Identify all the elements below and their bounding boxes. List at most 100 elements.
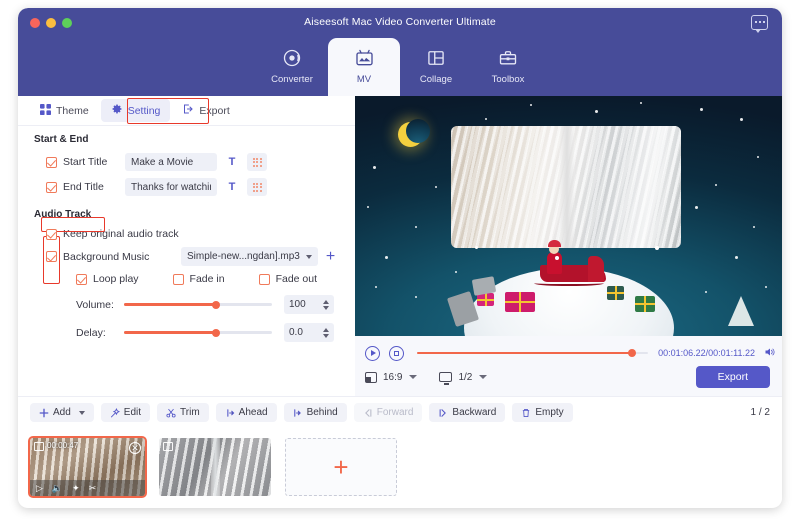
- keep-original-audio-checkbox[interactable]: [46, 228, 57, 240]
- background-music-select[interactable]: Simple-new...ngdan].mp3: [181, 247, 318, 266]
- delay-stepper[interactable]: 0.0: [284, 323, 334, 342]
- add-button[interactable]: Add: [30, 403, 94, 422]
- gear-icon: [111, 103, 123, 118]
- behind-button[interactable]: Behind: [283, 403, 347, 422]
- empty-button-label: Empty: [535, 407, 564, 418]
- video-preview[interactable]: [355, 96, 782, 336]
- backward-icon: [438, 408, 448, 418]
- speaker-icon[interactable]: [763, 346, 776, 361]
- stop-button[interactable]: [389, 345, 404, 361]
- fade-out-checkbox[interactable]: [258, 273, 270, 285]
- ahead-button[interactable]: Ahead: [215, 403, 277, 422]
- nav-tab-converter[interactable]: Converter: [256, 38, 328, 96]
- delay-slider-knob[interactable]: [211, 328, 220, 337]
- nav-tab-collage[interactable]: Collage: [400, 38, 472, 96]
- volume-stepper-arrows: [323, 299, 329, 310]
- close-icon[interactable]: ✕: [129, 442, 141, 454]
- loop-play-option[interactable]: Loop play: [76, 273, 139, 285]
- aspect-ratio-dropdown[interactable]: [409, 375, 418, 379]
- export-icon: [182, 103, 194, 118]
- clip-trim-icon[interactable]: ✂: [89, 483, 97, 494]
- start-title-text-style-button[interactable]: T: [222, 153, 242, 171]
- volume-increment-button[interactable]: [323, 299, 329, 304]
- subtab-export[interactable]: Export: [172, 99, 239, 122]
- loop-play-checkbox[interactable]: [76, 273, 87, 285]
- backward-button[interactable]: Backward: [429, 403, 506, 422]
- subtab-theme[interactable]: Theme: [30, 100, 99, 122]
- playback-progress-knob[interactable]: [627, 349, 636, 357]
- fade-out-label: Fade out: [275, 273, 318, 285]
- delay-increment-button[interactable]: [323, 327, 329, 332]
- play-button[interactable]: [365, 345, 380, 361]
- end-title-row: End Title T: [18, 178, 355, 196]
- clip-action-bar: ▷ 🔈 ✦ ✂: [30, 480, 145, 496]
- ahead-icon: [225, 408, 235, 418]
- volume-decrement-button[interactable]: [323, 305, 329, 310]
- body: Theme Setting Export Start & End Start T…: [18, 96, 782, 396]
- fade-in-label: Fade in: [189, 273, 225, 285]
- end-title-pattern-button[interactable]: [247, 178, 267, 196]
- clip-play-icon[interactable]: ▷: [36, 483, 43, 494]
- delay-decrement-button[interactable]: [323, 333, 329, 338]
- timeline-strip: 00:00:47 ✕ ▷ 🔈 ✦ ✂ +: [18, 428, 782, 506]
- edit-button[interactable]: Edit: [100, 403, 151, 422]
- start-title-checkbox[interactable]: [46, 156, 57, 168]
- magic-wand-icon: [110, 407, 120, 418]
- converter-icon: [282, 44, 302, 72]
- clip-volume-icon[interactable]: 🔈: [52, 483, 63, 494]
- subtab-setting[interactable]: Setting: [100, 99, 171, 122]
- player-controls: 00:01:06.22/00:01:11.22 16:9 1/2 Export: [355, 336, 782, 390]
- subtab-setting-label: Setting: [127, 104, 161, 117]
- background-music-row: Background Music Simple-new...ngdan].mp3…: [18, 247, 355, 266]
- plus-icon: [39, 408, 49, 418]
- fade-in-checkbox[interactable]: [172, 273, 184, 285]
- timeline-clip[interactable]: [159, 438, 271, 496]
- start-title-input[interactable]: [125, 153, 217, 171]
- volume-slider[interactable]: [124, 300, 272, 309]
- end-title-checkbox[interactable]: [46, 181, 57, 193]
- delay-label: Delay:: [76, 326, 106, 339]
- volume-slider-knob[interactable]: [211, 300, 220, 309]
- film-icon: [34, 442, 44, 451]
- export-button[interactable]: Export: [695, 366, 770, 388]
- volume-label: Volume:: [76, 298, 114, 311]
- nav-tab-mv[interactable]: MV: [328, 38, 400, 96]
- add-clip-slot[interactable]: +: [285, 438, 397, 496]
- background-music-checkbox[interactable]: [46, 251, 57, 262]
- chat-dots: [754, 21, 765, 23]
- screen-scale-dropdown[interactable]: [479, 375, 488, 379]
- end-title-text-style-button[interactable]: T: [222, 178, 242, 196]
- chat-bubble-icon[interactable]: [751, 15, 768, 33]
- moon-graphic: [398, 119, 430, 147]
- end-title-input[interactable]: [125, 178, 217, 196]
- stop-icon: [394, 350, 399, 356]
- nav-tab-toolbox[interactable]: Toolbox: [472, 38, 544, 96]
- play-icon: [370, 350, 376, 356]
- delay-slider[interactable]: [124, 328, 272, 337]
- clip-effects-icon[interactable]: ✦: [72, 483, 80, 494]
- trim-button[interactable]: Trim: [157, 403, 209, 422]
- keep-original-audio-label: Keep original audio track: [63, 228, 179, 240]
- chevron-down-icon[interactable]: [78, 410, 85, 415]
- volume-stepper[interactable]: 100: [284, 295, 334, 314]
- collage-icon: [426, 44, 446, 72]
- page-indicator: 1 / 2: [750, 407, 770, 418]
- add-music-button[interactable]: +: [326, 248, 335, 265]
- timeline-clip[interactable]: 00:00:47 ✕ ▷ 🔈 ✦ ✂: [28, 436, 147, 498]
- gift-box: [635, 296, 655, 312]
- forward-button-label: Forward: [376, 407, 414, 418]
- nav-tab-collage-label: Collage: [419, 74, 453, 85]
- volume-slider-fill: [124, 303, 216, 306]
- window-title: Aiseesoft Mac Video Converter Ultimate: [304, 16, 496, 28]
- start-title-row: Start Title T: [18, 153, 355, 171]
- fade-in-option[interactable]: Fade in: [172, 273, 225, 285]
- volume-value: 100: [289, 299, 306, 310]
- start-title-pattern-button[interactable]: [247, 153, 267, 171]
- fade-out-option[interactable]: Fade out: [258, 273, 318, 285]
- empty-button[interactable]: Empty: [512, 403, 573, 422]
- nav-tab-converter-label: Converter: [271, 74, 313, 85]
- delay-value: 0.0: [289, 327, 303, 338]
- playback-progress-slider[interactable]: [417, 349, 649, 357]
- loop-play-label: Loop play: [93, 273, 139, 285]
- keep-original-audio-row: Keep original audio track: [18, 228, 355, 240]
